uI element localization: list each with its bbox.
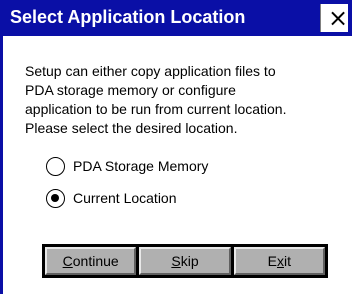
radio-button-unselected[interactable]: [46, 156, 65, 176]
dialog-left-border: [0, 36, 3, 294]
message-line: Please select the desired location.: [25, 120, 238, 136]
close-icon: ×: [328, 4, 349, 32]
message-line: Setup can either copy application files …: [25, 63, 276, 79]
button-row: Continue Skip Exit: [42, 244, 328, 278]
radio-button-selected[interactable]: [46, 188, 65, 208]
dialog-title: Select Application Location: [10, 7, 246, 27]
skip-label: Skip: [171, 253, 199, 269]
option-pda-storage-memory[interactable]: PDA Storage Memory: [46, 155, 208, 177]
instruction-message: Setup can either copy application files …: [25, 62, 345, 138]
option-current-location[interactable]: Current Location: [46, 187, 177, 209]
continue-button[interactable]: Continue: [43, 246, 138, 276]
title-bar: Select Application Location ×: [0, 0, 352, 36]
radio-selected-dot: [51, 193, 59, 202]
option-label: PDA Storage Memory: [73, 158, 209, 174]
message-line: application to be run from current locat…: [25, 101, 287, 117]
exit-button[interactable]: Exit: [233, 247, 325, 275]
exit-label: Exit: [267, 253, 291, 269]
option-label: Current Location: [73, 190, 177, 206]
close-button[interactable]: ×: [320, 4, 348, 32]
select-location-dialog: Select Application Location × Setup can …: [0, 0, 352, 294]
continue-label: Continue: [62, 253, 119, 269]
skip-button[interactable]: Skip: [139, 247, 231, 275]
message-line: PDA storage memory or configure: [25, 82, 236, 98]
